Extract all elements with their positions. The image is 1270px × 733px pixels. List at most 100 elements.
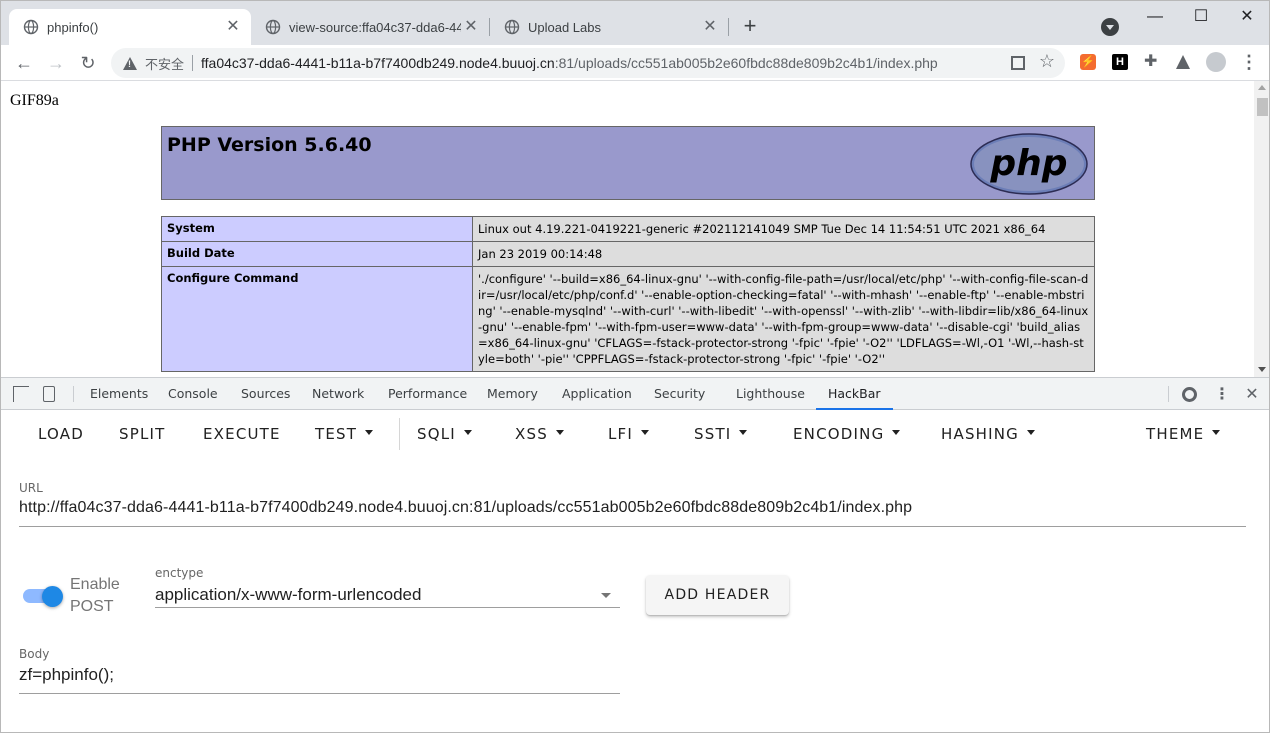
enable-post-label-line1: Enable <box>70 576 120 593</box>
row-value: Jan 23 2019 00:14:48 <box>472 241 1095 267</box>
hashing-menu-button[interactable]: HASHING <box>941 425 1036 443</box>
maximize-icon[interactable]: ☐ <box>1191 7 1211 27</box>
divider <box>192 55 194 71</box>
browser-menu-icon[interactable]: ⋮ <box>1240 53 1258 71</box>
body-input[interactable]: zf=phpinfo(); <box>19 665 114 685</box>
warning-icon[interactable] <box>123 56 137 70</box>
load-button[interactable]: LOAD <box>38 425 84 443</box>
lfi-menu-button[interactable]: LFI <box>608 425 650 443</box>
row-value: './configure' '--build=x86_64-linux-gnu'… <box>472 266 1095 372</box>
divider <box>399 418 400 450</box>
theme-label: THEME <box>1146 425 1205 443</box>
tab-view-source[interactable]: view-source:ffa04c37-dda6-44 ✕ <box>251 9 489 45</box>
chevron-down-icon <box>463 430 472 435</box>
tab-title: Upload Labs <box>528 19 601 35</box>
scroll-down-arrow-icon[interactable] <box>1258 367 1266 372</box>
tab-memory[interactable]: Memory <box>487 378 538 410</box>
hackbar-body: URL http://ffa04c37-dda6-4441-b11a-b7f74… <box>1 459 1269 732</box>
profile-avatar[interactable] <box>1206 52 1226 72</box>
encoding-menu-button[interactable]: ENCODING <box>793 425 901 443</box>
minimize-icon[interactable]: — <box>1145 7 1165 27</box>
divider <box>73 386 74 402</box>
test-menu-button[interactable]: TEST <box>315 425 374 443</box>
globe-icon <box>504 19 520 35</box>
tab-phpinfo[interactable]: phpinfo() ✕ <box>9 9 251 45</box>
tab-application[interactable]: Application <box>562 378 632 410</box>
tab-security[interactable]: Security <box>654 378 705 410</box>
ssti-menu-button[interactable]: SSTI <box>694 425 748 443</box>
inspect-element-icon[interactable] <box>13 386 29 402</box>
tab-strip: phpinfo() ✕ view-source:ffa04c37-dda6-44… <box>1 1 1269 45</box>
forward-arrow-icon[interactable]: → <box>44 51 68 75</box>
tab-console[interactable]: Console <box>168 378 218 410</box>
tab-search-icon[interactable] <box>1101 18 1119 36</box>
back-arrow-icon[interactable]: ← <box>12 51 36 75</box>
enable-post-label-line2: POST <box>70 598 114 615</box>
tab-title: view-source:ffa04c37-dda6-44 <box>289 19 461 35</box>
tab-hackbar[interactable]: HackBar <box>816 378 893 410</box>
row-value: Linux out 4.19.221-0419221-generic #2021… <box>472 216 1095 242</box>
enable-post-toggle[interactable] <box>42 586 63 607</box>
xss-menu-button[interactable]: XSS <box>515 425 564 443</box>
close-tab-icon[interactable]: ✕ <box>223 17 243 37</box>
encoding-label: ENCODING <box>793 425 885 443</box>
url-input[interactable]: http://ffa04c37-dda6-4441-b11a-b7f7400db… <box>19 499 912 517</box>
page-scrollbar[interactable] <box>1254 81 1269 377</box>
hackbar-menu: LOAD SPLIT EXECUTE TEST SQLI XSS LFI SST… <box>1 411 1269 459</box>
reload-icon[interactable]: ↻ <box>76 51 100 75</box>
tab-network[interactable]: Network <box>312 378 364 410</box>
tab-upload-labs[interactable]: Upload Labs ✕ <box>490 9 728 45</box>
qr-code-icon[interactable] <box>1011 56 1025 70</box>
devtools-panel: Elements Console Sources Network Perform… <box>1 377 1269 732</box>
split-button[interactable]: SPLIT <box>119 425 166 443</box>
tab-lighthouse[interactable]: Lighthouse <box>736 378 805 410</box>
scroll-thumb[interactable] <box>1257 98 1268 116</box>
tab-sources[interactable]: Sources <box>241 378 290 410</box>
url-host[interactable]: ffa04c37-dda6-4441-b11a-b7f7400db249.nod… <box>201 55 555 71</box>
enable-post-label[interactable]: Enable POST <box>70 574 120 618</box>
devtools-menu-icon[interactable]: ⋮ <box>1214 386 1230 402</box>
bookmark-star-icon[interactable]: ☆ <box>1039 51 1055 72</box>
php-version-title: PHP Version 5.6.40 <box>167 134 372 156</box>
browser-window: phpinfo() ✕ view-source:ffa04c37-dda6-44… <box>0 0 1270 733</box>
close-tab-icon[interactable]: ✕ <box>700 17 720 37</box>
device-toolbar-icon[interactable] <box>43 386 55 402</box>
tab-elements[interactable]: Elements <box>90 378 148 410</box>
row-key: System <box>161 216 473 242</box>
gear-icon[interactable] <box>1182 387 1197 402</box>
url-input-underline <box>19 526 1246 527</box>
tab-separator <box>728 18 729 36</box>
table-row: System Linux out 4.19.221-0419221-generi… <box>161 216 1095 242</box>
row-key: Configure Command <box>161 266 473 372</box>
execute-button[interactable]: EXECUTE <box>203 425 281 443</box>
chevron-down-icon <box>892 430 901 435</box>
new-tab-plus-icon[interactable]: + <box>738 15 762 39</box>
browser-toolbar: ← → ↻ 不安全 ffa04c37-dda6-4441-b11a-b7f740… <box>1 45 1269 81</box>
extension-h-icon[interactable]: H <box>1112 54 1128 70</box>
table-row: Build Date Jan 23 2019 00:14:48 <box>161 241 1095 267</box>
extension-lightning-icon[interactable]: ⚡ <box>1080 54 1096 70</box>
url-field-label: URL <box>19 481 43 495</box>
test-label: TEST <box>315 425 358 443</box>
security-label[interactable]: 不安全 <box>145 54 184 73</box>
enctype-select[interactable]: application/x-www-form-urlencoded <box>155 585 421 605</box>
row-key: Build Date <box>161 241 473 267</box>
url-path[interactable]: :81/uploads/cc551ab005b2e60fbdc88de809b2… <box>555 55 938 71</box>
xss-label: XSS <box>515 425 548 443</box>
close-devtools-icon[interactable]: ✕ <box>1244 386 1260 402</box>
chevron-down-icon[interactable] <box>601 593 611 598</box>
sqli-menu-button[interactable]: SQLI <box>417 425 472 443</box>
chevron-down-icon <box>1212 430 1221 435</box>
address-bar[interactable]: 不安全 ffa04c37-dda6-4441-b11a-b7f7400db249… <box>111 48 1065 78</box>
close-tab-icon[interactable]: ✕ <box>461 17 481 37</box>
theme-menu-button[interactable]: THEME <box>1146 425 1221 443</box>
extensions-puzzle-icon[interactable]: ✚ <box>1144 54 1160 70</box>
add-header-button[interactable]: ADD HEADER <box>646 575 789 615</box>
scroll-up-arrow-icon[interactable] <box>1258 85 1266 90</box>
chevron-down-icon <box>739 430 748 435</box>
window-close-icon[interactable]: ✕ <box>1237 7 1257 27</box>
flask-icon[interactable] <box>1176 55 1190 69</box>
tab-performance[interactable]: Performance <box>388 378 467 410</box>
sqli-label: SQLI <box>417 425 456 443</box>
php-logo[interactable]: php <box>969 132 1089 196</box>
